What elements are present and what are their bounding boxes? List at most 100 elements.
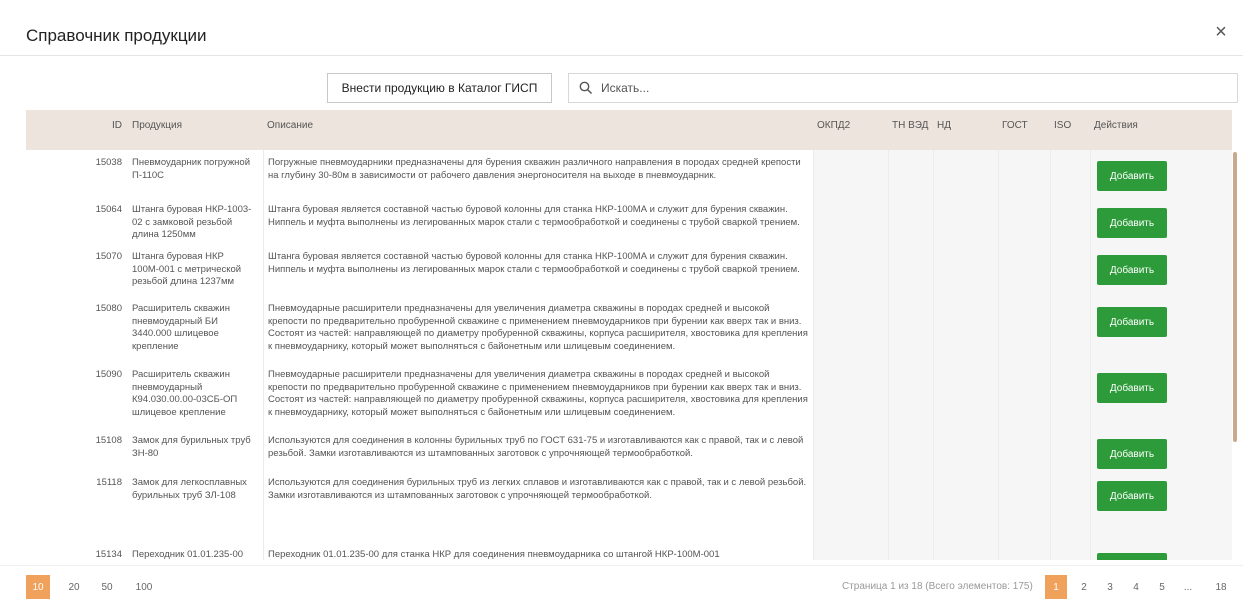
cell-nd: [933, 470, 998, 542]
cell-product: Штанга буровая НКР 100М-001 с метрическо…: [132, 251, 242, 287]
add-button[interactable]: Добавить: [1097, 439, 1167, 469]
cell-actions: Добавить: [1090, 470, 1232, 542]
page-18[interactable]: 18: [1210, 575, 1232, 599]
dialog-title: Справочник продукции: [26, 26, 207, 45]
cell-tn-ved: [888, 197, 933, 244]
cell-nd: [933, 244, 998, 296]
cell-product: Переходник 01.01.235-00: [132, 549, 244, 560]
cell-actions: Добавить: [1090, 428, 1232, 470]
close-icon[interactable]: ×: [1209, 20, 1233, 44]
cell-iso: [1050, 150, 1090, 197]
dialog-header: Справочник продукции ×: [0, 0, 1243, 56]
page-size-100[interactable]: 100: [130, 575, 158, 599]
cell-gost: [998, 197, 1050, 244]
cell-actions: Добавить: [1090, 150, 1232, 197]
cell-nd: [933, 296, 998, 362]
add-to-catalog-button[interactable]: Внести продукцию в Каталог ГИСП: [327, 73, 552, 103]
page-size-20[interactable]: 20: [62, 575, 86, 599]
table-row: 15134 Переходник 01.01.235-00 Переходник…: [26, 542, 1232, 560]
cell-product: Расширитель скважин пневмоударный БИ 344…: [132, 303, 230, 352]
cell-gost: [998, 362, 1050, 428]
add-button[interactable]: Добавить: [1097, 373, 1167, 403]
add-button[interactable]: Добавить: [1097, 161, 1167, 191]
cell-tn-ved: [888, 428, 933, 470]
cell-product: Расширитель скважин пневмоударный К94.03…: [132, 369, 238, 418]
cell-product: Замок для бурильных труб ЗН-80: [132, 435, 251, 459]
page-size-10[interactable]: 10: [26, 575, 50, 599]
header-gost[interactable]: ГОСТ: [998, 110, 1050, 150]
search-input[interactable]: [601, 81, 1237, 95]
cell-id: 15080: [95, 303, 122, 314]
cell-actions: Добавить: [1090, 197, 1232, 244]
search-box[interactable]: [568, 73, 1238, 103]
cell-tn-ved: [888, 542, 933, 560]
cell-id: 15118: [96, 477, 122, 488]
products-table: ID Продукция Описание ОКПД2 ТН ВЭД НД ГО…: [26, 110, 1232, 560]
page-4[interactable]: 4: [1125, 575, 1147, 599]
cell-description: Штанга буровая является составной частью…: [263, 244, 813, 296]
header-nd[interactable]: НД: [933, 110, 998, 150]
cell-id: 15090: [95, 369, 122, 380]
product-directory-dialog: Справочник продукции × Внести продукцию …: [0, 0, 1243, 615]
page-size-50[interactable]: 50: [95, 575, 119, 599]
cell-nd: [933, 150, 998, 197]
cell-iso: [1050, 362, 1090, 428]
add-button[interactable]: Добавить: [1097, 208, 1167, 238]
header-product[interactable]: Продукция: [128, 110, 263, 150]
page-5[interactable]: 5: [1151, 575, 1173, 599]
cell-gost: [998, 428, 1050, 470]
cell-id: 15134: [95, 549, 122, 560]
cell-description: Погружные пневмоударники предназначены д…: [263, 150, 813, 197]
header-tn-ved[interactable]: ТН ВЭД: [888, 110, 933, 150]
cell-gost: [998, 150, 1050, 197]
header-okpd[interactable]: ОКПД2: [813, 110, 888, 150]
page-2[interactable]: 2: [1073, 575, 1095, 599]
header-iso[interactable]: ISO: [1050, 110, 1090, 150]
page-1[interactable]: 1: [1045, 575, 1067, 599]
cell-id: 15038: [95, 157, 122, 168]
cell-product: Замок для легкосплавных бурильных труб З…: [132, 477, 247, 501]
table-row: 15064 Штанга буровая НКР-1003-02 с замко…: [26, 197, 1232, 244]
add-button[interactable]: Добавить: [1097, 307, 1167, 337]
table-body: 15038 Пневмоударник погружной П-110С Пог…: [26, 150, 1232, 560]
cell-actions: Добавить: [1090, 362, 1232, 428]
cell-okpd: [813, 470, 888, 542]
cell-tn-ved: [888, 362, 933, 428]
cell-description: Пневмоударные расширители предназначены …: [263, 362, 813, 428]
search-icon: [579, 81, 593, 95]
cell-description: Используются для соединения бурильных тр…: [263, 470, 813, 542]
cell-description: Штанга буровая является составной частью…: [263, 197, 813, 244]
header-description[interactable]: Описание: [263, 110, 813, 150]
cell-okpd: [813, 244, 888, 296]
cell-okpd: [813, 542, 888, 560]
add-button[interactable]: Добавить: [1097, 255, 1167, 285]
page-ellipsis: ...: [1183, 581, 1193, 593]
add-button[interactable]: Добавить: [1097, 553, 1167, 560]
cell-gost: [998, 244, 1050, 296]
cell-iso: [1050, 428, 1090, 470]
cell-iso: [1050, 470, 1090, 542]
cell-description: Переходник 01.01.235-00 для станка НКР д…: [263, 542, 813, 560]
cell-okpd: [813, 150, 888, 197]
table-row: 15090 Расширитель скважин пневмоударный …: [26, 362, 1232, 428]
page-3[interactable]: 3: [1099, 575, 1121, 599]
cell-iso: [1050, 542, 1090, 560]
cell-tn-ved: [888, 296, 933, 362]
header-id[interactable]: ID: [26, 110, 128, 150]
cell-okpd: [813, 362, 888, 428]
cell-description: Пневмоударные расширители предназначены …: [263, 296, 813, 362]
add-button[interactable]: Добавить: [1097, 481, 1167, 511]
cell-iso: [1050, 197, 1090, 244]
table-scrollbar[interactable]: [1233, 152, 1237, 442]
cell-id: 15108: [95, 435, 122, 446]
cell-okpd: [813, 197, 888, 244]
cell-gost: [998, 542, 1050, 560]
cell-description: Используются для соединения в колонны бу…: [263, 428, 813, 470]
cell-id: 15064: [95, 204, 122, 215]
cell-actions: Добавить: [1090, 244, 1232, 296]
cell-tn-ved: [888, 244, 933, 296]
cell-tn-ved: [888, 150, 933, 197]
page-info: Страница 1 из 18 (Всего элементов: 175): [842, 581, 1033, 592]
cell-okpd: [813, 428, 888, 470]
cell-product: Штанга буровая НКР-1003-02 с замковой ре…: [132, 204, 252, 240]
